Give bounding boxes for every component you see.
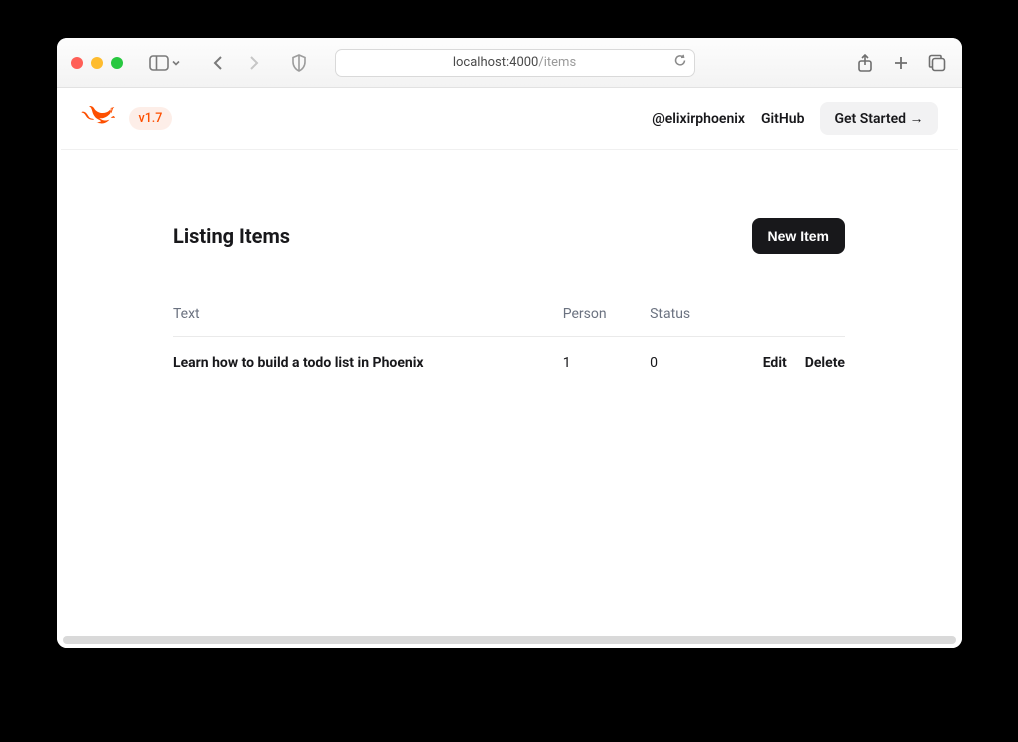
horizontal-scrollbar[interactable]: [63, 636, 956, 644]
cell-person: 1: [563, 337, 650, 390]
tab-overview-button[interactable]: [926, 52, 948, 74]
site-header: v1.7 @elixirphoenix GitHub Get Started →: [61, 88, 958, 150]
col-text: Text: [173, 306, 563, 337]
content-header: Listing Items New Item: [173, 218, 845, 254]
col-actions: [737, 306, 845, 337]
forward-button[interactable]: [239, 49, 267, 77]
tabs-icon: [928, 54, 946, 72]
reload-button[interactable]: [674, 54, 686, 71]
minimize-window-button[interactable]: [91, 57, 103, 69]
main-content: Listing Items New Item Text Person Statu…: [173, 218, 845, 429]
edit-link[interactable]: Edit: [763, 355, 787, 371]
shield-icon: [291, 54, 307, 72]
page-title: Listing Items: [173, 224, 290, 248]
table-row[interactable]: Learn how to build a todo list in Phoeni…: [173, 337, 845, 390]
get-started-button[interactable]: Get Started →: [820, 102, 937, 135]
close-window-button[interactable]: [71, 57, 83, 69]
share-button[interactable]: [854, 52, 876, 74]
share-icon: [857, 54, 873, 72]
plus-icon: [893, 55, 909, 71]
page-viewport: v1.7 @elixirphoenix GitHub Get Started →…: [57, 88, 962, 648]
github-link[interactable]: GitHub: [761, 111, 804, 127]
delete-link[interactable]: Delete: [805, 355, 845, 371]
col-status: Status: [650, 306, 737, 337]
items-table: Text Person Status Learn how to build a …: [173, 306, 845, 389]
table-header-row: Text Person Status: [173, 306, 845, 337]
titlebar: localhost:4000/items: [57, 38, 962, 88]
address-host: localhost:4000: [453, 55, 539, 70]
maximize-window-button[interactable]: [111, 57, 123, 69]
chevron-down-icon: [171, 58, 181, 68]
chevron-right-icon: [246, 55, 260, 71]
nav-arrows: [205, 49, 267, 77]
header-links: @elixirphoenix GitHub Get Started →: [652, 102, 937, 135]
new-item-button[interactable]: New Item: [752, 218, 845, 254]
col-person: Person: [563, 306, 650, 337]
privacy-shield-button[interactable]: [285, 54, 313, 72]
cell-status: 0: [650, 337, 737, 390]
twitter-link[interactable]: @elixirphoenix: [652, 111, 745, 127]
reload-icon: [674, 54, 686, 67]
toolbar-right: [854, 52, 948, 74]
phoenix-icon: [81, 106, 115, 128]
browser-window: localhost:4000/items: [57, 38, 962, 648]
address-bar[interactable]: localhost:4000/items: [335, 49, 695, 77]
new-tab-button[interactable]: [890, 52, 912, 74]
chevron-left-icon: [212, 55, 226, 71]
row-actions: Edit Delete: [737, 355, 845, 371]
window-controls: [71, 57, 123, 69]
sidebar-icon: [149, 55, 169, 71]
version-badge: v1.7: [129, 107, 173, 130]
cell-text: Learn how to build a todo list in Phoeni…: [173, 337, 563, 390]
phoenix-logo[interactable]: [81, 106, 115, 132]
back-button[interactable]: [205, 49, 233, 77]
sidebar-toggle-button[interactable]: [143, 51, 187, 75]
address-path: /items: [538, 55, 576, 70]
